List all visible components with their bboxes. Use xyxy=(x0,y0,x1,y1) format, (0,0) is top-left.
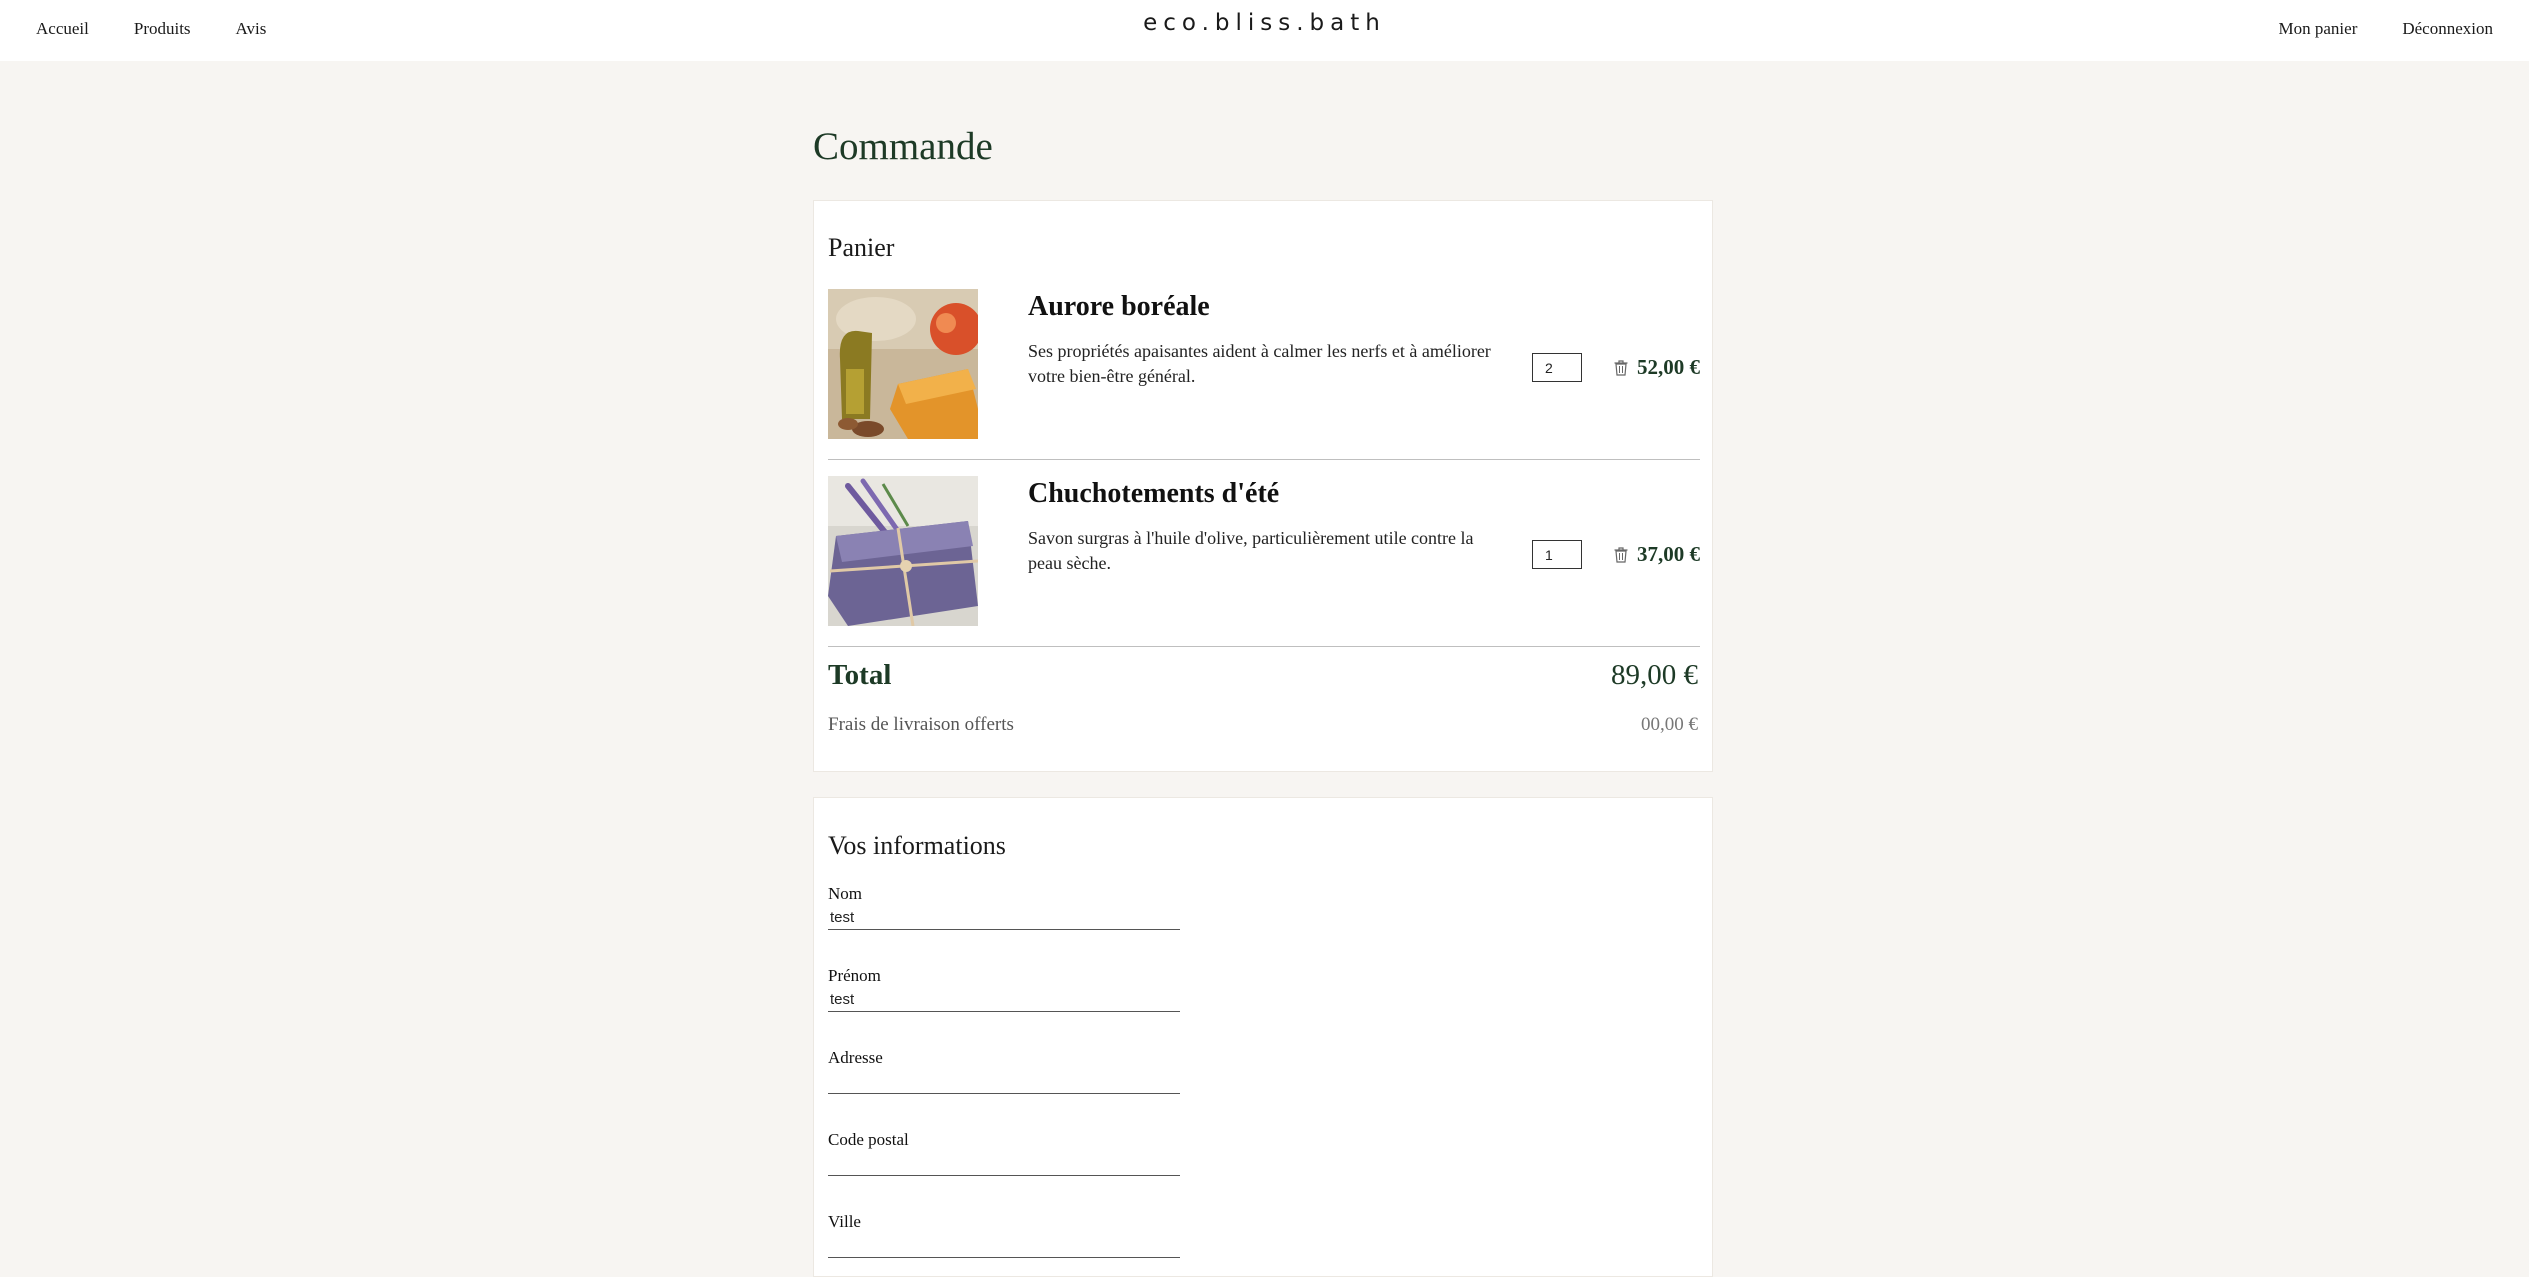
product-image-chuchotements xyxy=(828,476,978,626)
field-label: Code postal xyxy=(828,1130,909,1149)
item-price: 37,00 € xyxy=(1637,542,1700,566)
user-nav: Mon panier Déconnexion xyxy=(2279,0,2493,58)
last-name-field: Nom xyxy=(828,884,1180,930)
cart-card: Panier Aurore boréale Ses propriétés apa… xyxy=(813,200,1713,772)
cart-item: Chuchotements d'été Savon surgras à l'hu… xyxy=(828,476,1700,626)
field-label: Ville xyxy=(828,1212,861,1231)
field-label: Adresse xyxy=(828,1048,883,1067)
info-title: Vos informations xyxy=(828,831,1006,860)
item-name: Chuchotements d'été xyxy=(1028,478,1280,509)
page-title: Commande xyxy=(813,125,993,168)
trash-icon[interactable] xyxy=(1613,546,1629,564)
address-field: Adresse xyxy=(828,1048,1180,1094)
soap-orange-image xyxy=(828,289,978,439)
trash-icon[interactable] xyxy=(1613,359,1629,377)
product-image-aurore xyxy=(828,289,978,439)
item-name: Aurore boréale xyxy=(1028,291,1210,322)
first-name-input[interactable] xyxy=(828,990,1180,1012)
item-divider xyxy=(828,459,1700,460)
shipping-value: 00,00 € xyxy=(1641,714,1698,735)
shipping-label: Frais de livraison offerts xyxy=(828,714,1014,735)
quantity-input[interactable] xyxy=(1532,540,1582,569)
total-value: 89,00 € xyxy=(1611,659,1698,691)
postal-code-field: Code postal xyxy=(828,1130,1180,1176)
postal-code-input[interactable] xyxy=(828,1154,1180,1176)
item-description: Savon surgras à l'huile d'olive, particu… xyxy=(1028,528,1474,573)
last-name-input[interactable] xyxy=(828,908,1180,930)
nav-link-cart[interactable]: Mon panier xyxy=(2279,19,2358,39)
brand-logo[interactable]: eco.bliss.bath xyxy=(0,10,2529,36)
total-divider xyxy=(828,646,1700,647)
total-label: Total xyxy=(828,659,892,691)
field-label: Nom xyxy=(828,884,862,903)
cart-item: Aurore boréale Ses propriétés apaisantes… xyxy=(828,289,1700,439)
item-description: Ses propriétés apaisantes aident à calme… xyxy=(1028,341,1491,386)
soap-lavender-image xyxy=(828,476,978,626)
city-input[interactable] xyxy=(828,1236,1180,1258)
address-input[interactable] xyxy=(828,1072,1180,1094)
cart-title: Panier xyxy=(828,233,895,262)
top-navbar: Accueil Produits Avis eco.bliss.bath Mon… xyxy=(0,0,2529,61)
item-price: 52,00 € xyxy=(1637,355,1700,379)
city-field: Ville xyxy=(828,1212,1180,1258)
nav-link-logout[interactable]: Déconnexion xyxy=(2402,19,2493,39)
customer-info-card: Vos informations Nom Prénom Adresse Code… xyxy=(813,797,1713,1277)
field-label: Prénom xyxy=(828,966,881,985)
first-name-field: Prénom xyxy=(828,966,1180,1012)
quantity-input[interactable] xyxy=(1532,353,1582,382)
